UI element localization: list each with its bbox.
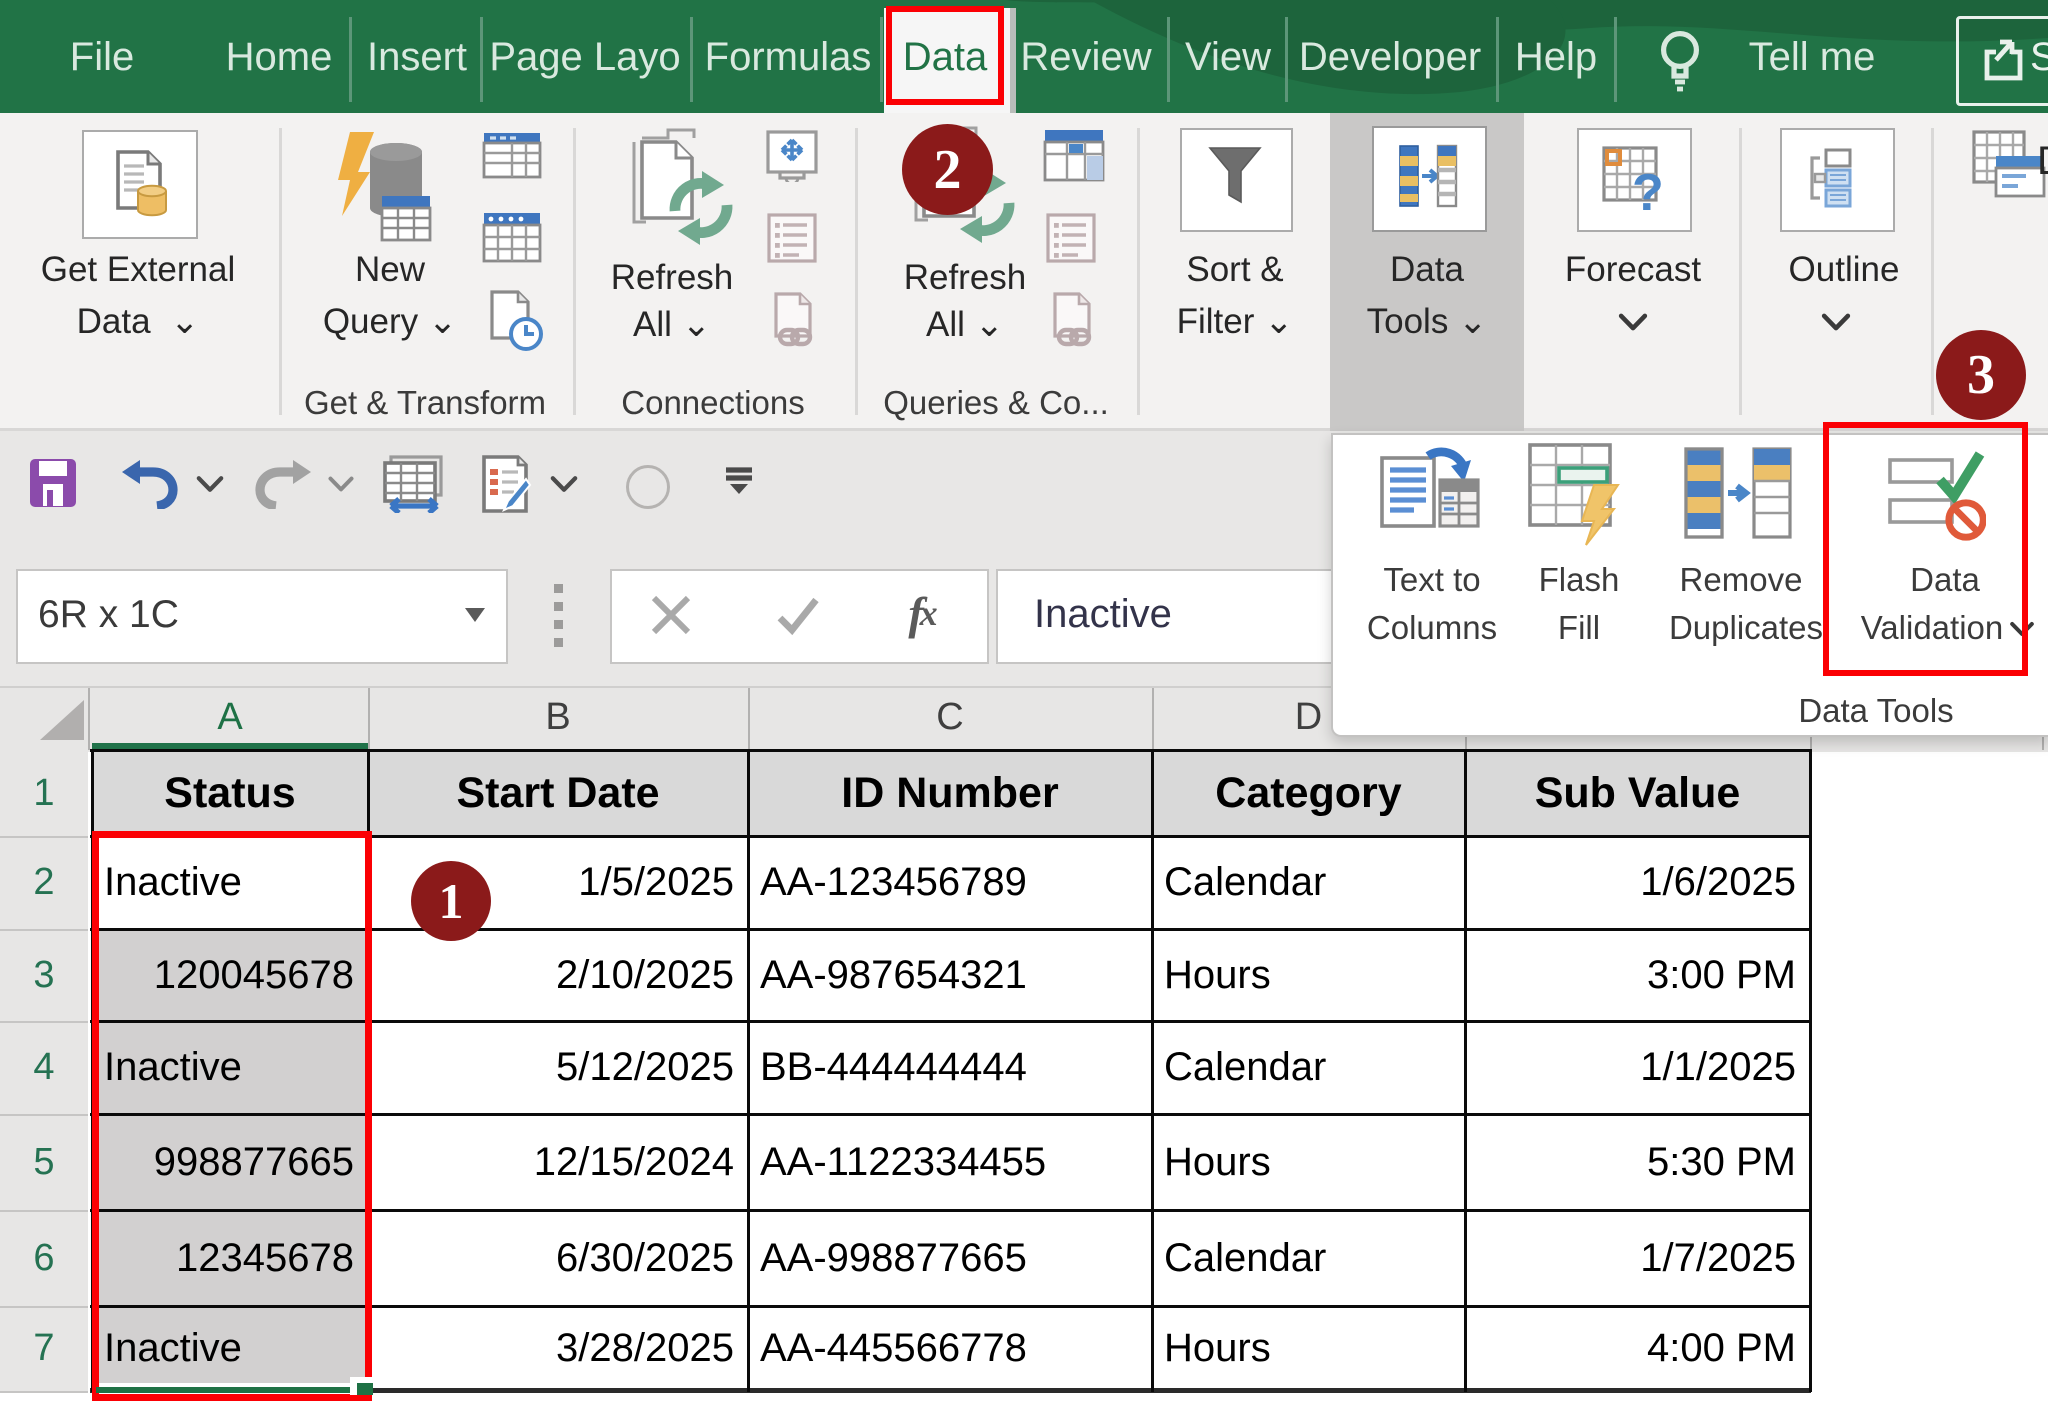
svg-text:?: ? [1632,164,1664,212]
